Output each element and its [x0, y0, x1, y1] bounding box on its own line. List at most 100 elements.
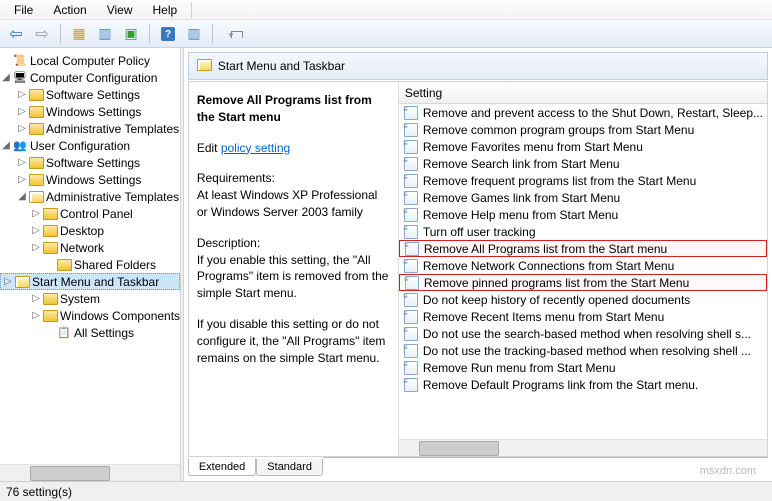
tree-label: All Settings [74, 326, 134, 340]
menu-action[interactable]: Action [43, 1, 96, 19]
setting-icon [403, 174, 419, 188]
tree-shared-folders[interactable]: ▷Shared Folders [0, 256, 180, 273]
tree-control-panel[interactable]: ▷Control Panel [0, 205, 180, 222]
setting-row[interactable]: Remove Games link from Start Menu [399, 189, 767, 206]
description-body-2: If you disable this setting or do not co… [197, 316, 390, 366]
tree-computer-config[interactable]: ◢Computer Configuration [0, 69, 180, 86]
folder-icon [42, 240, 58, 256]
user-icon [12, 138, 28, 154]
tab-extended[interactable]: Extended [188, 458, 256, 476]
tree-label: System [60, 292, 100, 306]
tree-all-settings[interactable]: ▷All Settings [0, 324, 180, 341]
tree-system[interactable]: ▷System [0, 290, 180, 307]
status-text: 76 setting(s) [6, 485, 72, 499]
tab-standard[interactable]: Standard [256, 459, 323, 476]
folder-icon [42, 223, 58, 239]
scrollbar-thumb[interactable] [30, 466, 110, 481]
menu-help[interactable]: Help [143, 1, 188, 19]
detail-icon [187, 25, 200, 42]
folder-icon [42, 308, 58, 324]
setting-icon [403, 123, 419, 137]
toolbar-btn-3[interactable] [119, 22, 143, 46]
setting-label: Remove pinned programs list from the Sta… [424, 276, 689, 290]
setting-row[interactable]: Remove common program groups from Start … [399, 121, 767, 138]
setting-row[interactable]: Remove and prevent access to the Shut Do… [399, 104, 767, 121]
setting-label: Do not use the search-based method when … [423, 327, 751, 341]
setting-row[interactable]: Remove All Programs list from the Start … [399, 240, 767, 257]
toolbar-filter-button[interactable] [219, 22, 243, 46]
folder-open-icon [14, 274, 30, 290]
settings-list[interactable]: Remove and prevent access to the Shut Do… [399, 104, 767, 439]
forward-button[interactable] [30, 22, 54, 46]
setting-label: Remove frequent programs list from the S… [423, 174, 696, 188]
toolbar-btn-5[interactable] [182, 22, 206, 46]
setting-row[interactable]: Remove frequent programs list from the S… [399, 172, 767, 189]
tree-user-admin[interactable]: ◢Administrative Templates [0, 188, 180, 205]
setting-label: Remove Help menu from Start Menu [423, 208, 618, 222]
setting-label: Do not use the tracking-based method whe… [423, 344, 751, 358]
navigation-tree[interactable]: ▶Local Computer Policy ◢Computer Configu… [0, 48, 180, 464]
back-button[interactable] [4, 22, 28, 46]
folder-icon [56, 257, 72, 273]
tree-user-windows[interactable]: ▷Windows Settings [0, 171, 180, 188]
setting-row[interactable]: Do not use the tracking-based method whe… [399, 342, 767, 359]
menu-view[interactable]: View [97, 1, 143, 19]
setting-row[interactable]: Do not use the search-based method when … [399, 325, 767, 342]
scrollbar-thumb[interactable] [419, 441, 499, 456]
folder-icon [28, 87, 44, 103]
setting-row[interactable]: Remove pinned programs list from the Sta… [399, 274, 767, 291]
tree-comp-windows[interactable]: ▷Windows Settings [0, 103, 180, 120]
setting-row[interactable]: Remove Run menu from Start Menu [399, 359, 767, 376]
tree-label: Windows Settings [46, 173, 141, 187]
toolbar-btn-2[interactable] [93, 22, 117, 46]
panel-title: Start Menu and Taskbar [218, 59, 345, 73]
tree-user-config[interactable]: ◢User Configuration [0, 137, 180, 154]
tree-comp-software[interactable]: ▷Software Settings [0, 86, 180, 103]
toolbar-separator [149, 24, 150, 44]
setting-label: Turn off user tracking [423, 225, 536, 239]
toolbar-help-button[interactable] [156, 22, 180, 46]
tree-user-software[interactable]: ▷Software Settings [0, 154, 180, 171]
setting-row[interactable]: Remove Network Connections from Start Me… [399, 257, 767, 274]
tree-start-menu[interactable]: ▷Start Menu and Taskbar [0, 273, 180, 290]
setting-icon [403, 344, 419, 358]
setting-label: Remove Run menu from Start Menu [423, 361, 616, 375]
status-bar: 76 setting(s) [0, 481, 772, 501]
setting-label: Remove Default Programs link from the St… [423, 378, 698, 392]
settings-column-header[interactable]: Setting [399, 82, 767, 104]
edit-policy-link[interactable]: policy setting [221, 141, 290, 155]
settings-h-scrollbar[interactable] [399, 439, 767, 456]
toolbar [0, 20, 772, 48]
setting-label: Remove Recent Items menu from Start Menu [423, 310, 664, 324]
tree-windows-components[interactable]: ▷Windows Components [0, 307, 180, 324]
computer-icon [12, 70, 28, 86]
toolbar-btn-1[interactable] [67, 22, 91, 46]
tree-label: Desktop [60, 224, 104, 238]
export-icon [124, 25, 137, 42]
setting-icon [403, 293, 419, 307]
setting-row[interactable]: Remove Search link from Start Menu [399, 155, 767, 172]
setting-row[interactable]: Turn off user tracking [399, 223, 767, 240]
setting-row[interactable]: Remove Recent Items menu from Start Menu [399, 308, 767, 325]
tree-label: Control Panel [60, 207, 133, 221]
setting-label: Do not keep history of recently opened d… [423, 293, 691, 307]
setting-label: Remove Games link from Start Menu [423, 191, 620, 205]
tree-h-scrollbar[interactable] [0, 464, 180, 481]
setting-label: Remove common program groups from Start … [423, 123, 694, 137]
setting-icon [403, 327, 419, 341]
setting-label: Remove Favorites menu from Start Menu [423, 140, 643, 154]
setting-row[interactable]: Do not keep history of recently opened d… [399, 291, 767, 308]
folder-icon [42, 291, 58, 307]
setting-row[interactable]: Remove Default Programs link from the St… [399, 376, 767, 393]
toolbar-separator [60, 24, 61, 44]
tree-label: Shared Folders [74, 258, 156, 272]
tree-network[interactable]: ▷Network [0, 239, 180, 256]
tree-comp-admin[interactable]: ▷Administrative Templates [0, 120, 180, 137]
tree-root[interactable]: ▶Local Computer Policy [0, 52, 180, 69]
setting-row[interactable]: Remove Help menu from Start Menu [399, 206, 767, 223]
tree-desktop[interactable]: ▷Desktop [0, 222, 180, 239]
tree-label: Network [60, 241, 104, 255]
folder-open-icon [28, 189, 44, 205]
setting-row[interactable]: Remove Favorites menu from Start Menu [399, 138, 767, 155]
menu-file[interactable]: File [4, 1, 43, 19]
